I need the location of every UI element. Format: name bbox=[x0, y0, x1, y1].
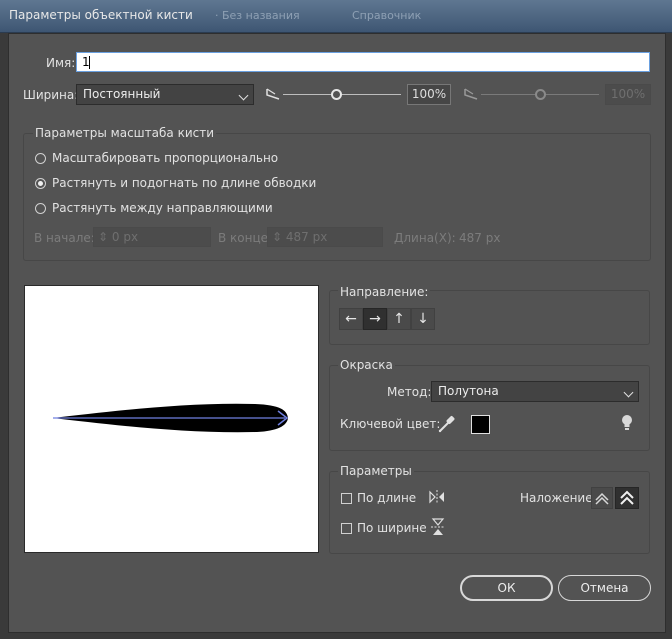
end-label: В конце: bbox=[218, 231, 273, 245]
arrow-down-icon: ↓ bbox=[417, 311, 429, 327]
overlap-none-icon bbox=[620, 490, 634, 505]
options-title: Параметры bbox=[338, 464, 414, 478]
variation-percent-field: 100% bbox=[605, 84, 651, 105]
window-title: Параметры объектной кисти bbox=[9, 8, 193, 22]
width-variation-icon bbox=[464, 88, 478, 100]
flip-across-icon bbox=[431, 518, 445, 535]
background-window-title-2: Справочник bbox=[352, 9, 422, 22]
width-select[interactable]: Постоянный bbox=[76, 84, 254, 105]
direction-title: Направление: bbox=[338, 285, 431, 299]
name-label: Имя: bbox=[46, 56, 76, 70]
length-label: Длина(X): bbox=[394, 231, 456, 245]
flip-across-checkbox[interactable] bbox=[341, 523, 352, 534]
width-slider-handle[interactable] bbox=[331, 89, 343, 100]
overlap-adjust-icon bbox=[595, 492, 609, 505]
stepper-icon: ⇕ bbox=[272, 230, 283, 244]
width-select-value: Постоянный bbox=[83, 87, 161, 101]
method-select-value: Полутона bbox=[438, 384, 499, 398]
flip-along-icon bbox=[429, 490, 444, 504]
text-caret bbox=[89, 56, 90, 69]
width-pressure-icon bbox=[266, 88, 280, 100]
direction-up-button[interactable]: ↑ bbox=[387, 308, 411, 330]
cancel-button[interactable]: Отмена bbox=[558, 575, 651, 601]
colorization-group bbox=[329, 365, 650, 451]
direction-down-button[interactable]: ↓ bbox=[411, 308, 435, 330]
stretch-to-fit-label[interactable]: Растянуть и подогнать по длине обводки bbox=[52, 176, 316, 190]
scale-proportionally-label[interactable]: Масштабировать пропорционально bbox=[52, 151, 278, 165]
end-field: ⇕ 487 px bbox=[267, 227, 383, 247]
stretch-to-fit-radio[interactable] bbox=[35, 178, 46, 189]
overlap-none-button[interactable] bbox=[615, 487, 639, 509]
length-value: 487 px bbox=[459, 231, 501, 245]
width-label: Ширина: bbox=[23, 88, 79, 102]
colorization-title: Окраска bbox=[338, 358, 395, 372]
variation-percent-value: 100% bbox=[610, 87, 646, 101]
start-field: ⇕ 0 px bbox=[93, 227, 211, 247]
name-input[interactable]: 1 bbox=[76, 52, 650, 72]
start-label: В начале: bbox=[34, 231, 95, 245]
method-label: Метод: bbox=[387, 385, 432, 399]
direction-right-button[interactable]: → bbox=[363, 308, 387, 330]
brush-preview bbox=[24, 285, 319, 553]
stretch-between-guides-label[interactable]: Растянуть между направляющими bbox=[52, 201, 273, 215]
flip-along-label[interactable]: По длине bbox=[357, 491, 416, 505]
width-percent-field[interactable]: 100% bbox=[407, 84, 451, 105]
arrow-right-icon: → bbox=[369, 311, 381, 327]
ok-button[interactable]: ОК bbox=[460, 575, 553, 601]
flip-along-checkbox[interactable] bbox=[341, 493, 352, 504]
options-group bbox=[329, 471, 650, 554]
brush-stroke-preview bbox=[53, 403, 289, 433]
stretch-between-guides-radio[interactable] bbox=[35, 203, 46, 214]
flip-across-label[interactable]: По ширине bbox=[357, 521, 427, 535]
scale-proportionally-radio[interactable] bbox=[35, 153, 46, 164]
width-percent-value: 100% bbox=[411, 87, 447, 101]
start-value: 0 px bbox=[111, 230, 139, 244]
scale-options-title: Параметры масштаба кисти bbox=[33, 126, 217, 140]
stepper-icon: ⇕ bbox=[98, 230, 109, 244]
key-color-label: Ключевой цвет: bbox=[340, 417, 441, 431]
direction-left-button[interactable]: ← bbox=[339, 308, 363, 330]
art-brush-options-dialog: Имя: 1 Ширина: Постоянный 100% 100% Пара… bbox=[8, 33, 666, 633]
arrow-up-icon: ↑ bbox=[393, 311, 405, 327]
chevron-down-icon bbox=[238, 90, 249, 101]
overlap-adjust-button[interactable] bbox=[591, 487, 613, 509]
eyedropper-icon[interactable] bbox=[436, 414, 456, 434]
lightbulb-tips-icon[interactable] bbox=[620, 414, 634, 432]
key-color-swatch[interactable] bbox=[471, 415, 490, 434]
background-window-title: · Без названия bbox=[215, 9, 300, 22]
variation-slider-handle bbox=[535, 89, 546, 100]
method-select[interactable]: Полутона bbox=[431, 381, 639, 402]
arrow-left-icon: ← bbox=[345, 311, 357, 327]
overlap-label: Наложение: bbox=[520, 491, 597, 505]
end-value: 487 px bbox=[285, 230, 328, 244]
title-bar: Параметры объектной кисти · Без названия… bbox=[0, 0, 672, 33]
chevron-down-icon bbox=[623, 387, 634, 398]
